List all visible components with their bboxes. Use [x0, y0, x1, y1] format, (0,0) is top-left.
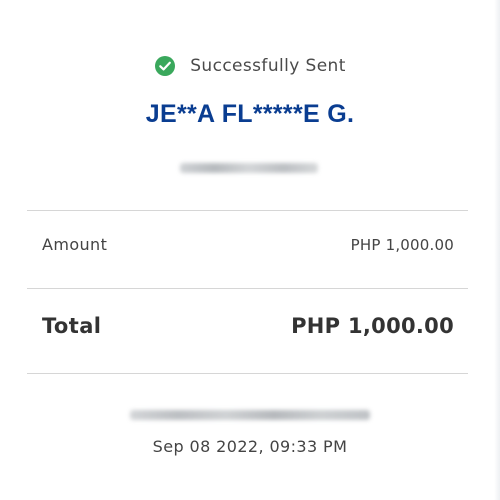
total-label: Total: [42, 314, 102, 338]
divider: [27, 288, 468, 289]
screen-edge-shadow: [494, 0, 500, 500]
total-row: Total PHP 1,000.00: [42, 314, 454, 338]
recipient-name: JE**A FL*****E G.: [145, 100, 355, 128]
transaction-datetime: Sep 08 2022, 09:33 PM: [152, 437, 348, 456]
amount-value: PHP 1,000.00: [350, 235, 454, 254]
divider: [27, 210, 468, 211]
divider: [27, 373, 468, 374]
status-text: Successfully Sent: [190, 56, 346, 76]
redacted-reference-number: [130, 410, 370, 420]
redacted-account-number: [180, 163, 318, 173]
total-value: PHP 1,000.00: [291, 314, 454, 338]
transaction-receipt-screen: Successfully Sent JE**A FL*****E G. Amou…: [0, 0, 500, 500]
amount-row: Amount PHP 1,000.00: [42, 235, 454, 254]
amount-label: Amount: [42, 235, 108, 254]
status-row: Successfully Sent: [0, 55, 500, 77]
check-circle-icon: [154, 55, 176, 77]
